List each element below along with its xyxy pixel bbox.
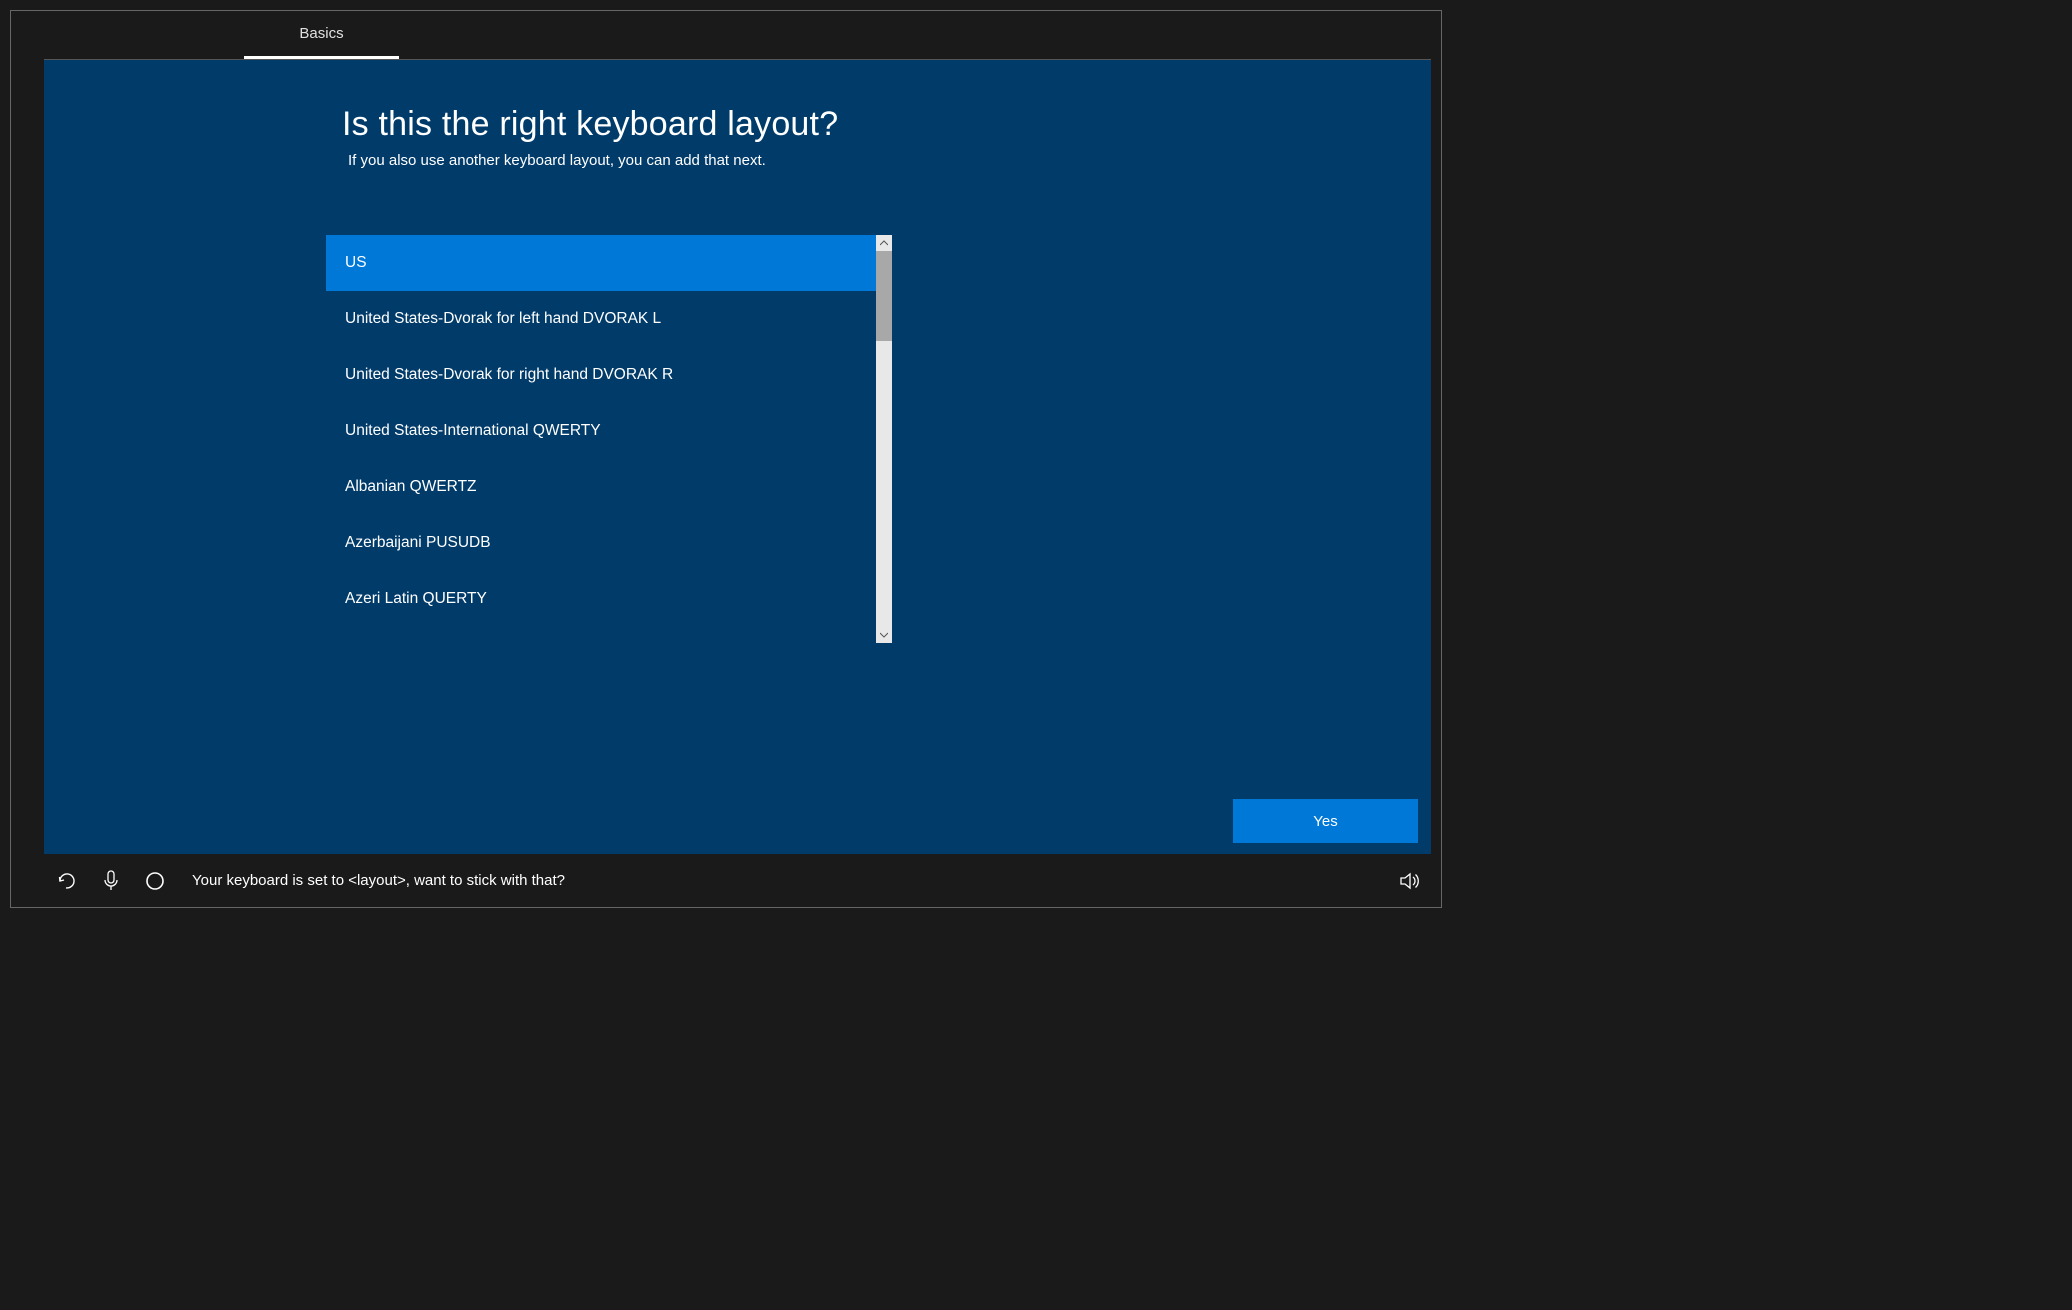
list-item[interactable]: Azeri Latin QUERTY xyxy=(326,571,876,627)
list-scroll-area: US United States-Dvorak for left hand DV… xyxy=(326,235,876,643)
list-item[interactable]: US xyxy=(326,235,876,291)
list-item[interactable]: Albanian QWERTZ xyxy=(326,459,876,515)
scroll-track[interactable] xyxy=(876,251,892,627)
scroll-thumb[interactable] xyxy=(876,251,892,341)
bottom-bar: Your keyboard is set to <layout>, want t… xyxy=(11,854,1441,907)
list-item[interactable]: United States-International QWERTY xyxy=(326,403,876,459)
list-item[interactable]: · xyxy=(326,627,876,643)
keyboard-layout-list: US United States-Dvorak for left hand DV… xyxy=(326,235,892,643)
list-item[interactable]: United States-Dvorak for right hand DVOR… xyxy=(326,347,876,403)
microphone-icon[interactable] xyxy=(100,870,122,892)
scroll-down-icon[interactable] xyxy=(876,627,892,643)
page-subtitle: If you also use another keyboard layout,… xyxy=(348,152,1431,169)
window-frame: Basics Is this the right keyboard layout… xyxy=(10,10,1442,908)
scroll-up-icon[interactable] xyxy=(876,235,892,251)
cortana-message: Your keyboard is set to <layout>, want t… xyxy=(192,872,565,889)
list-item[interactable]: Azerbaijani PUSUDB xyxy=(326,515,876,571)
content-panel: Is this the right keyboard layout? If yo… xyxy=(44,59,1431,854)
sync-icon[interactable] xyxy=(56,870,78,892)
tab-bar: Basics xyxy=(11,11,1441,59)
page-title: Is this the right keyboard layout? xyxy=(342,105,1431,144)
volume-icon[interactable] xyxy=(1399,870,1421,892)
list-item[interactable]: United States-Dvorak for left hand DVORA… xyxy=(326,291,876,347)
tab-basics[interactable]: Basics xyxy=(244,11,399,59)
yes-button[interactable]: Yes xyxy=(1233,799,1418,843)
cortana-icon[interactable] xyxy=(144,870,166,892)
scrollbar[interactable] xyxy=(876,235,892,643)
